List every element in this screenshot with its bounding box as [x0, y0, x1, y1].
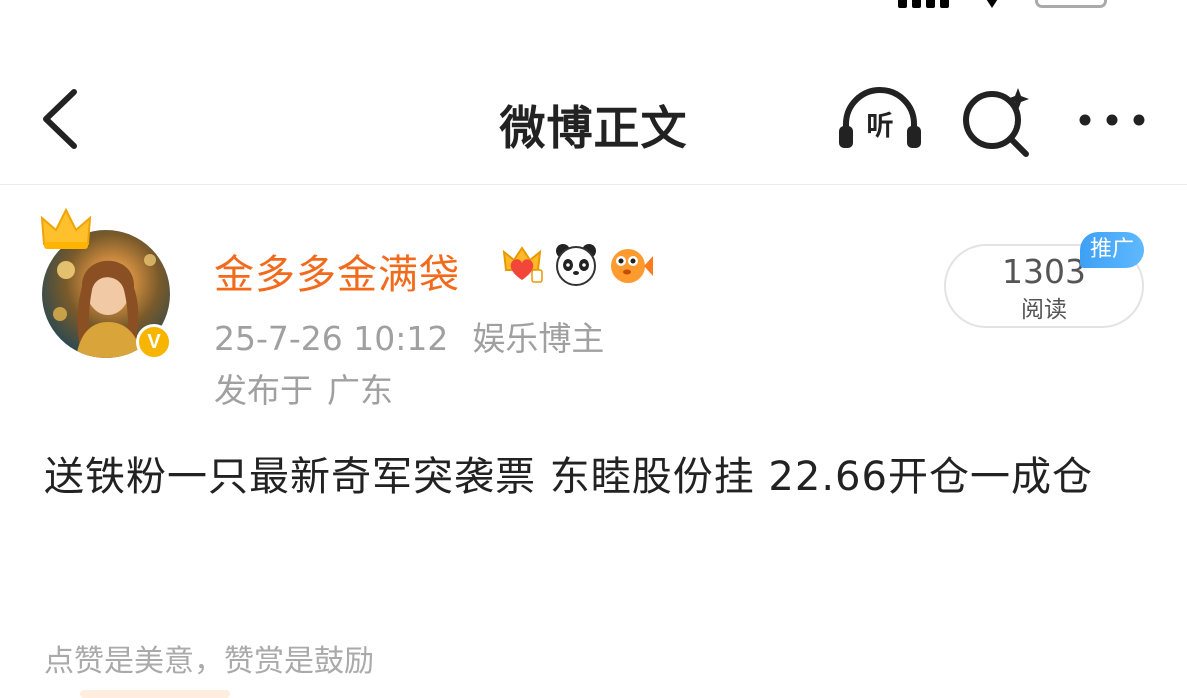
post-date: 25-7-26 10:12: [214, 319, 449, 358]
author-badges: [498, 240, 654, 288]
crown-icon: [40, 207, 92, 249]
top-navigation-bar: 微博正文 听: [0, 56, 1187, 185]
status-icons: [898, 0, 1107, 8]
read-label: 阅读: [1021, 297, 1067, 323]
author-avatar[interactable]: V: [36, 206, 186, 366]
author-category: 娱乐博主: [472, 319, 605, 358]
status-bar: [0, 0, 1187, 14]
pufferfish-badge-icon[interactable]: [606, 240, 654, 288]
wifi-icon: [979, 0, 1005, 8]
search-sparkle-icon: [963, 88, 1029, 157]
promo-tag[interactable]: 推广: [1080, 232, 1145, 268]
post-content: 送铁粉一只最新奇军突袭票 东睦股份挂 22.66开仓一成仓: [44, 454, 1093, 500]
author-name[interactable]: 金多多金满袋: [214, 242, 460, 300]
listen-label: 听: [866, 111, 894, 142]
reward-prompt: 点赞是美意，赞赏是鼓励: [44, 644, 374, 679]
post-meta: 25-7-26 10:12 娱乐博主: [214, 312, 604, 360]
location-name: 广东: [327, 371, 393, 410]
reward-button-edge[interactable]: [80, 690, 230, 698]
panda-badge-icon[interactable]: [552, 240, 600, 288]
crown-heart-badge-icon[interactable]: [498, 240, 546, 288]
more-options-button[interactable]: [1072, 96, 1152, 144]
listen-button[interactable]: 听: [834, 84, 926, 156]
more-dots-icon: [1079, 114, 1145, 126]
search-button[interactable]: [958, 82, 1038, 162]
signal-icon: [898, 0, 949, 8]
verified-badge: V: [136, 324, 172, 360]
location-prefix: 发布于: [214, 371, 313, 410]
post-location: 发布于 广东: [214, 364, 393, 412]
battery-icon: [1035, 0, 1107, 8]
